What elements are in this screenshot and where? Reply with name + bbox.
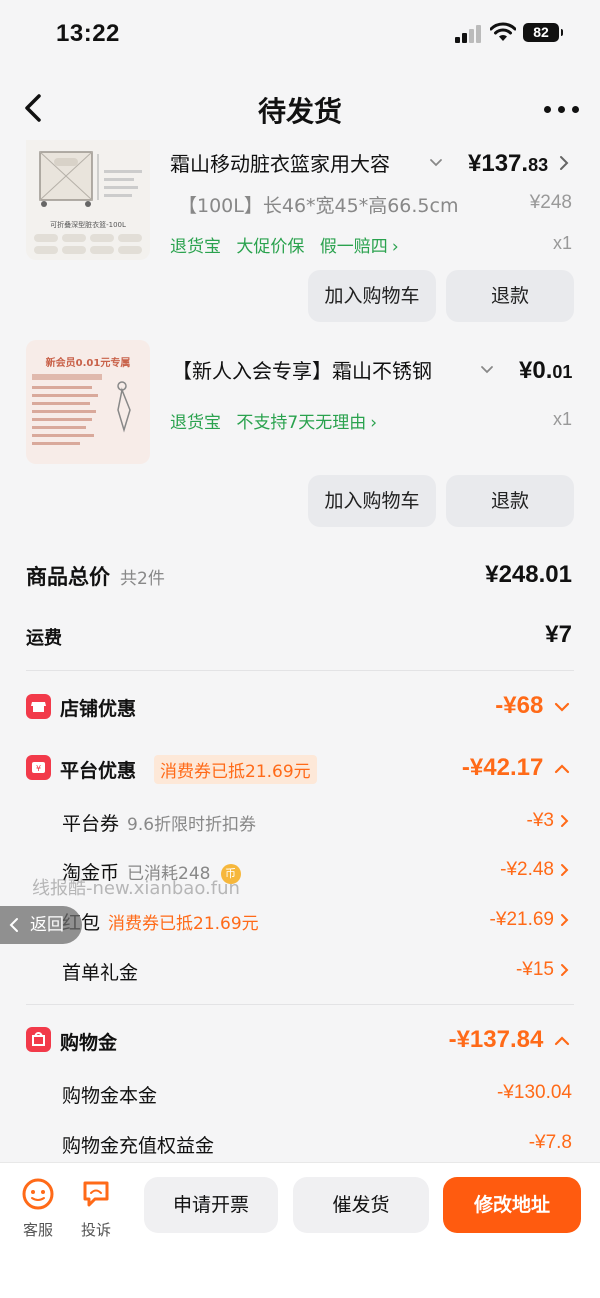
- bottom-action-bar: 客服 投诉 申请开票 催发货 修改地址: [0, 1162, 600, 1298]
- red-packet-value: -¥21.69: [489, 909, 554, 930]
- store-discount-value[interactable]: -¥68: [495, 692, 570, 720]
- battery-indicator: 82: [523, 23, 563, 42]
- shopping-money-bonus-label: 购物金充值权益金: [62, 1135, 215, 1157]
- store-discount-icon: [26, 694, 51, 719]
- first-order-gift-value: -¥15: [515, 959, 554, 980]
- product-quantity: x1: [552, 409, 572, 429]
- chevron-right-icon[interactable]: [560, 913, 570, 927]
- chevron-right-icon[interactable]: [560, 814, 570, 828]
- item-count: 共2件: [120, 569, 165, 589]
- shopping-money-value[interactable]: -¥137.84: [449, 1026, 570, 1054]
- chevron-down-icon[interactable]: [480, 365, 494, 375]
- chevron-right-icon[interactable]: [560, 963, 570, 977]
- complaint-tab[interactable]: 投诉: [74, 1177, 118, 1240]
- shopping-money-icon: [26, 1027, 51, 1052]
- platform-discount-label: 平台优惠: [60, 760, 137, 782]
- customer-service-icon: [22, 1178, 54, 1210]
- platform-discount-value[interactable]: -¥42.17: [462, 754, 570, 782]
- chevron-down-icon: [554, 702, 570, 712]
- tags-chevron-icon: ›: [370, 413, 378, 433]
- product-quantity: x1: [552, 233, 572, 253]
- tag-no-7day-return: 不支持7天无理由: [236, 413, 367, 433]
- product-item[interactable]: 新会员0.01元专属 【新人入会专享】霜山不锈钢 ¥0.01 退货宝 不支持7天…: [0, 340, 600, 530]
- laundry-basket-image: [34, 151, 142, 254]
- product-price: ¥137.83: [468, 150, 549, 177]
- tag-fake-compensation: 假一赔四: [319, 237, 388, 257]
- chevron-right-icon[interactable]: [560, 863, 570, 877]
- tag-return-insurance: 退货宝: [170, 237, 221, 257]
- svg-text:¥: ¥: [36, 764, 41, 773]
- change-address-button[interactable]: 修改地址: [443, 1177, 581, 1233]
- wifi-icon: [490, 22, 516, 41]
- complaint-icon: [83, 1181, 109, 1207]
- platform-coupon-row: 平台券 9.6折限时折扣券: [62, 813, 257, 835]
- page-title: 待发货: [257, 95, 342, 128]
- total-price-label: 商品总价 共2件: [26, 565, 165, 589]
- refund-button[interactable]: 退款: [446, 475, 574, 527]
- coupon-pill: 消费券已抵21.69元: [154, 755, 317, 784]
- taojinbi-value: -¥2.48: [500, 859, 554, 880]
- store-discount-label: 店铺优惠: [60, 698, 137, 720]
- urge-shipping-button[interactable]: 催发货: [293, 1177, 429, 1233]
- divider: [26, 670, 574, 671]
- status-time: 13:22: [56, 20, 120, 47]
- divider: [26, 1004, 574, 1005]
- product-price: ¥0.01: [519, 357, 573, 384]
- red-packet-row: 红包消费券已抵21.69元: [62, 912, 259, 934]
- cellular-signal-icon: [455, 25, 483, 43]
- tag-return-insurance: 退货宝: [170, 413, 221, 433]
- shipping-label: 运费: [26, 628, 62, 649]
- first-order-gift-row: 首单礼金: [62, 962, 139, 984]
- service-tags[interactable]: 退货宝 大促价保 假一赔四 ›: [170, 232, 409, 257]
- shipping-value: ¥7: [545, 621, 572, 648]
- request-invoice-button[interactable]: 申请开票: [144, 1177, 278, 1233]
- product-title[interactable]: 霜山移动脏衣篮家用大容: [170, 148, 418, 177]
- platform-discount-icon: ¥: [26, 755, 51, 780]
- product-thumbnail[interactable]: 可折叠深型脏衣篮-100L: [26, 140, 150, 260]
- service-tags[interactable]: 退货宝 不支持7天无理由 ›: [170, 408, 387, 433]
- add-to-cart-button[interactable]: 加入购物车: [308, 270, 436, 322]
- shopping-money-bonus-value: -¥7.8: [528, 1132, 572, 1153]
- tag-price-protection: 大促价保: [236, 237, 305, 257]
- order-detail-screen: 13:22 82 待发货 可折叠深型脏衣篮-100L 霜山移动脏衣篮家用大容 ¥…: [0, 0, 600, 1298]
- add-to-cart-button[interactable]: 加入购物车: [308, 475, 436, 527]
- nav-bar: 待发货: [0, 76, 600, 142]
- more-options-icon[interactable]: [544, 106, 580, 114]
- product-item[interactable]: 可折叠深型脏衣篮-100L 霜山移动脏衣篮家用大容 ¥137.83 【100L】…: [0, 140, 600, 330]
- status-bar: 13:22 82: [0, 0, 600, 70]
- customer-service-tab[interactable]: 客服: [16, 1177, 60, 1240]
- product-thumbnail[interactable]: 新会员0.01元专属: [26, 340, 150, 464]
- thumbnail-caption: 新会员0.01元专属: [45, 358, 131, 369]
- floating-back-button[interactable]: 返回: [0, 906, 82, 944]
- platform-coupon-value: -¥3: [526, 810, 554, 831]
- watermark-text: 线报酷-new.xianbao.fun: [32, 878, 240, 899]
- product-spec: 【100L】长46*宽45*高66.5cm: [178, 195, 459, 217]
- chevron-right-icon[interactable]: [559, 155, 569, 171]
- chevron-down-icon[interactable]: [429, 158, 443, 168]
- tags-chevron-icon: ›: [391, 237, 399, 257]
- refund-button[interactable]: 退款: [446, 270, 574, 322]
- total-price-value: ¥248.01: [485, 561, 572, 588]
- shopping-money-label: 购物金: [60, 1032, 118, 1054]
- chevron-up-icon: [554, 1036, 570, 1046]
- product-title[interactable]: 【新人入会专享】霜山不锈钢: [172, 355, 470, 384]
- original-price: ¥248: [529, 192, 572, 213]
- shopping-money-principal-label: 购物金本金: [62, 1085, 158, 1107]
- chevron-left-icon: [9, 918, 18, 932]
- shopping-money-principal-value: -¥130.04: [496, 1082, 572, 1103]
- thumbnail-caption: 可折叠深型脏衣篮-100L: [50, 221, 126, 229]
- chevron-up-icon: [554, 764, 570, 774]
